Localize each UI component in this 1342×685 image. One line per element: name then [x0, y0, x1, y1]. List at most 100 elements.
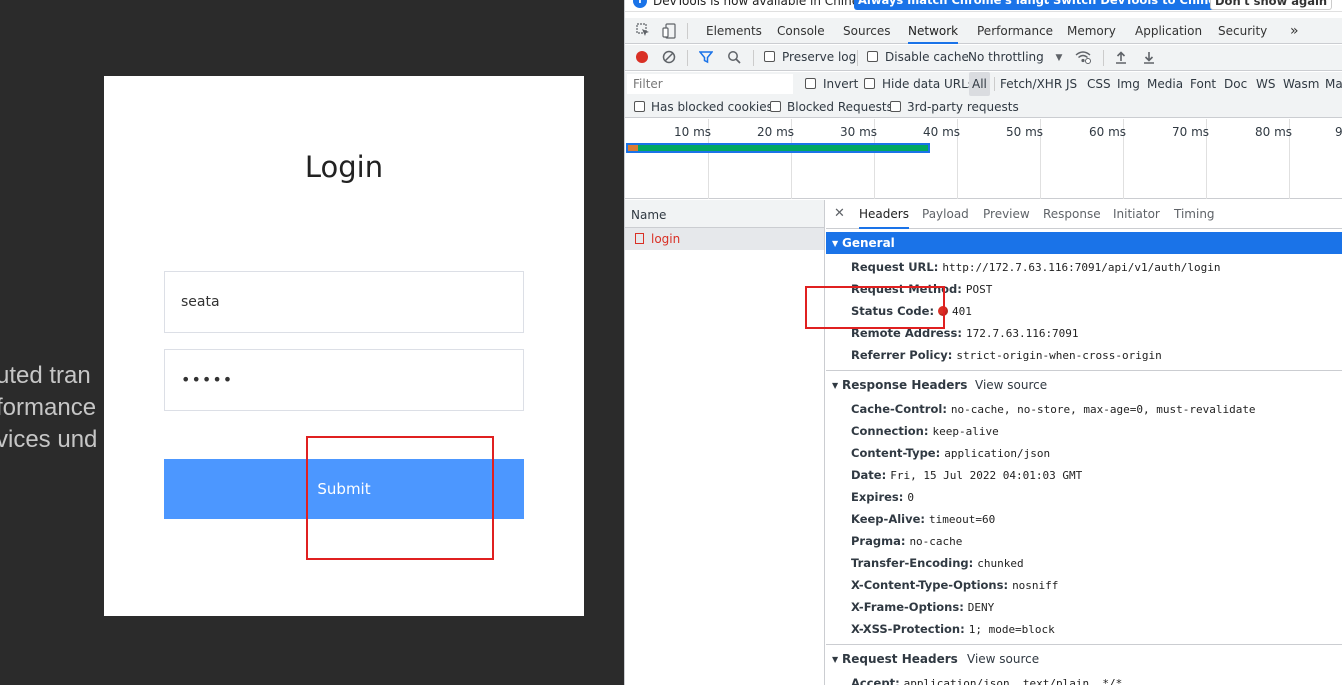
header-value: 1; mode=block [968, 623, 1055, 636]
view-source-link[interactable]: View source [967, 648, 1039, 670]
type-js[interactable]: JS [1066, 72, 1077, 96]
background-line: formance [0, 394, 97, 421]
tab-payload[interactable]: Payload [922, 200, 969, 229]
timeline-request-bar [628, 145, 928, 151]
dont-show-again-button[interactable]: Don't show again [1210, 0, 1333, 10]
divider [687, 50, 688, 66]
request-headers-section-header[interactable]: ▼ Request Headers View source [826, 648, 1342, 670]
hide-data-urls-checkbox[interactable] [864, 78, 875, 89]
close-icon[interactable]: ✕ [834, 200, 845, 229]
header-row: Date: Fri, 15 Jul 2022 04:01:03 GMT [851, 464, 1082, 486]
timeline-label: 60 ms [1089, 125, 1127, 139]
type-manifest[interactable]: Ma [1325, 72, 1342, 96]
login-card: Login seata ••••• Submit [104, 76, 584, 616]
type-css[interactable]: CSS [1087, 72, 1111, 96]
tab-response[interactable]: Response [1043, 200, 1101, 229]
infobar-text: DevTools is now available in Chinese! [653, 0, 878, 8]
filter-input[interactable]: Filter [627, 74, 793, 94]
request-list: Name login [625, 200, 825, 685]
header-name: Keep-Alive: [851, 512, 925, 526]
record-icon[interactable] [634, 50, 650, 66]
type-all[interactable]: All [969, 72, 990, 96]
request-headers-title: Request Headers [842, 652, 958, 666]
devtools-tabbar: Elements Console Sources Network Perform… [625, 18, 1342, 44]
type-img[interactable]: Img [1117, 72, 1140, 96]
header-row: Connection: keep-alive [851, 420, 999, 442]
filter-bar-secondary: Has blocked cookies Blocked Requests 3rd… [625, 96, 1342, 118]
blocked-requests-checkbox[interactable] [770, 101, 781, 112]
header-name: Date: [851, 468, 887, 482]
export-har-icon[interactable] [1141, 50, 1157, 66]
tab-application[interactable]: Application [1135, 18, 1202, 44]
request-name: login [651, 232, 681, 246]
submit-button[interactable]: Submit [164, 459, 524, 519]
header-name: X-Content-Type-Options: [851, 578, 1009, 592]
header-name: Transfer-Encoding: [851, 556, 974, 570]
invert-checkbox[interactable] [805, 78, 816, 89]
throttling-select[interactable]: No throttling [968, 50, 1044, 64]
triangle-down-icon: ▼ [832, 239, 839, 248]
tab-preview[interactable]: Preview [983, 200, 1030, 229]
view-source-link[interactable]: View source [975, 374, 1047, 396]
header-value: no-cache [909, 535, 963, 548]
tab-memory[interactable]: Memory [1067, 18, 1116, 44]
type-wasm[interactable]: Wasm [1283, 72, 1319, 96]
header-name: X-Frame-Options: [851, 600, 964, 614]
header-value: keep-alive [932, 425, 999, 438]
header-row: Cache-Control: no-cache, no-store, max-ag… [851, 398, 1256, 420]
header-value: application/json [944, 447, 1051, 460]
third-party-checkbox[interactable] [890, 101, 901, 112]
timeline-label: 10 ms [674, 125, 712, 139]
type-media[interactable]: Media [1147, 72, 1183, 96]
header-row: X-Content-Type-Options: nosniff [851, 574, 1058, 596]
switch-language-button[interactable]: Switch DevTools to Chinese [1049, 0, 1235, 10]
device-toolbar-icon[interactable] [661, 23, 677, 39]
header-row: Remote Address: 172.7.63.116:7091 [851, 322, 1079, 344]
tab-headers[interactable]: Headers [859, 200, 909, 229]
tab-network[interactable]: Network [908, 18, 959, 44]
general-section-header[interactable]: ▼ General [826, 232, 1342, 254]
divider [994, 77, 995, 91]
header-row: Request URL: http://172.7.63.116:7091/api… [851, 256, 1221, 278]
name-column-header[interactable]: Name [625, 200, 824, 228]
response-headers-title: Response Headers [842, 378, 968, 392]
tab-security[interactable]: Security [1218, 18, 1267, 44]
disable-cache-checkbox[interactable] [867, 51, 878, 62]
triangle-down-icon: ▼ [832, 655, 839, 664]
header-row: Content-Type: application/json [851, 442, 1050, 464]
blocked-cookies-checkbox[interactable] [634, 101, 645, 112]
timeline-waiting-bar [628, 145, 638, 151]
inspect-element-icon[interactable] [635, 23, 651, 39]
tab-elements[interactable]: Elements [706, 18, 762, 44]
filter-icon[interactable] [698, 50, 714, 66]
tab-timing[interactable]: Timing [1174, 200, 1215, 229]
response-headers-section-header[interactable]: ▼ Response Headers View source [826, 374, 1342, 396]
match-language-button[interactable]: Always match Chrome's language [854, 0, 1080, 10]
tab-console[interactable]: Console [777, 18, 825, 44]
header-name: Cache-Control: [851, 402, 947, 416]
tab-performance[interactable]: Performance [977, 18, 1053, 44]
divider [857, 50, 858, 66]
preserve-log-label: Preserve log [782, 50, 857, 64]
invert-label: Invert [823, 77, 859, 91]
import-har-icon[interactable] [1113, 50, 1129, 66]
request-row[interactable]: login [625, 228, 824, 250]
network-overview-timeline[interactable]: 10 ms 20 ms 30 ms 40 ms 50 ms 60 ms 70 m… [625, 119, 1342, 199]
type-ws[interactable]: WS [1256, 72, 1275, 96]
preserve-log-checkbox[interactable] [764, 51, 775, 62]
type-font[interactable]: Font [1190, 72, 1216, 96]
tab-sources[interactable]: Sources [843, 18, 890, 44]
tab-initiator[interactable]: Initiator [1113, 200, 1160, 229]
type-fetch-xhr[interactable]: Fetch/XHR [1000, 72, 1062, 96]
third-party-label: 3rd-party requests [907, 100, 1019, 114]
type-doc[interactable]: Doc [1224, 72, 1247, 96]
network-conditions-icon[interactable] [1075, 50, 1091, 66]
username-input[interactable]: seata [164, 271, 524, 333]
info-icon: i [633, 0, 647, 8]
clear-icon[interactable] [661, 50, 677, 66]
password-input[interactable]: ••••• [164, 349, 524, 411]
chevron-down-icon[interactable]: ▼ [1051, 50, 1067, 66]
details-tabbar: ✕ Headers Payload Preview Response Initi… [826, 200, 1342, 229]
more-tabs-icon[interactable]: » [1290, 18, 1299, 44]
search-icon[interactable] [726, 50, 742, 66]
